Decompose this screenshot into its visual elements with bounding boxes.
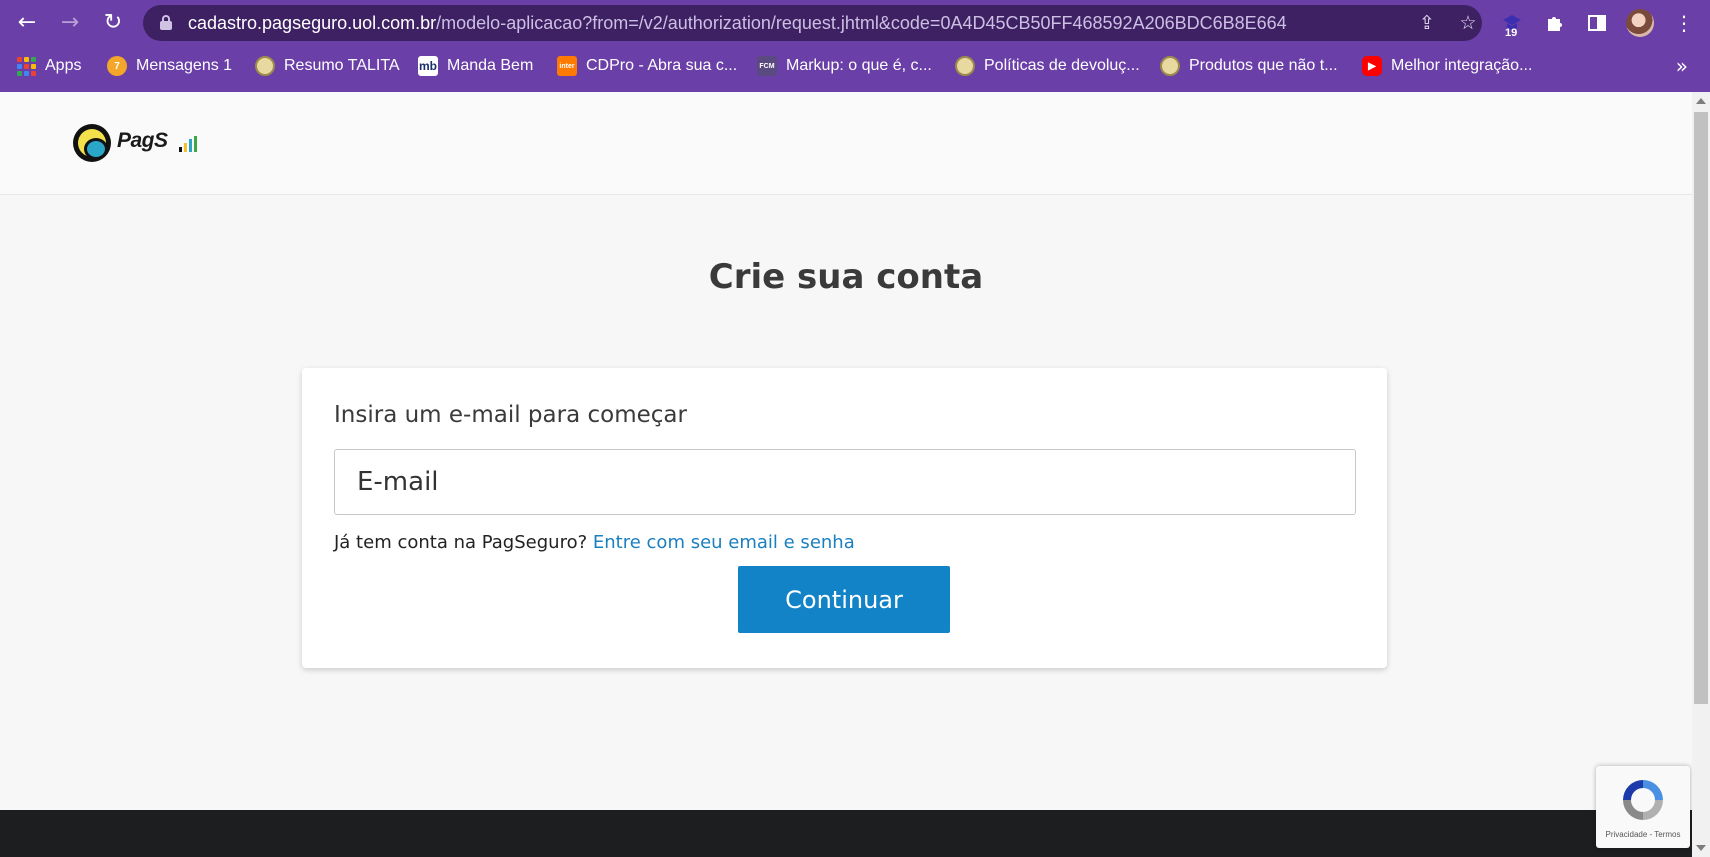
apps-grid-icon [17,56,36,76]
scroll-up-arrow-icon[interactable] [1696,98,1706,104]
disk-icon [255,56,275,76]
bookmark-resumo-talita[interactable]: Resumo TALITA [255,46,400,86]
scroll-thumb[interactable] [1694,112,1708,704]
email-label: Insira um e-mail para começar [334,402,687,428]
star-icon[interactable]: ☆ [1456,11,1480,35]
bookmark-apps[interactable]: Apps [17,46,81,86]
message-icon: 7 [107,56,127,76]
login-link[interactable]: Entre com seu email e senha [593,532,855,553]
disk-icon [1160,56,1180,76]
profile-avatar[interactable] [1626,9,1654,37]
bookmark-markup[interactable]: FCM Markup: o que é, c... [757,46,932,86]
more-bookmarks-chevron-icon[interactable]: » [1676,46,1688,86]
recaptcha-badge[interactable]: Privacidade - Termos [1596,766,1690,848]
signup-card: Insira um e-mail para começar Já tem con… [302,368,1387,668]
lock-icon[interactable] [160,15,172,30]
vertical-scrollbar[interactable] [1692,92,1710,857]
address-bar[interactable]: cadastro.pagseguro.uol.com.br/modelo-apl… [143,5,1482,41]
forward-arrow-icon[interactable]: → [56,9,84,37]
mb-icon: mb [418,56,438,76]
back-arrow-icon[interactable]: ← [13,9,41,37]
page: PagS Crie sua conta Insira um e-mail par… [0,92,1692,857]
bookmark-melhor-integracao[interactable]: ▶ Melhor integração... [1362,46,1532,86]
page-title: Crie sua conta [708,257,984,297]
login-prompt: Já tem conta na PagSeguro? Entre com seu… [334,532,855,553]
scroll-down-arrow-icon[interactable] [1696,845,1706,851]
youtube-icon: ▶ [1362,56,1382,76]
disk-icon [955,56,975,76]
bookmark-produtos[interactable]: Produtos que não t... [1160,46,1338,86]
menu-kebab-icon[interactable]: ⋮ [1670,9,1698,37]
bookmarks-bar: Apps 7 Mensagens 1 Resumo TALITA mb Mand… [0,46,1710,86]
inter-icon: inter [557,56,577,76]
site-footer [0,810,1692,857]
site-header: PagS [0,92,1692,195]
recaptcha-links[interactable]: Privacidade - Termos [1596,830,1690,839]
email-field[interactable] [334,449,1356,515]
recaptcha-icon [1623,780,1663,820]
url-text[interactable]: cadastro.pagseguro.uol.com.br/modelo-apl… [188,5,1287,41]
browser-toolbar: ← → ↻ cadastro.pagseguro.uol.com.br/mode… [0,0,1710,46]
browser-chrome: ← → ↻ cadastro.pagseguro.uol.com.br/mode… [0,0,1710,92]
pagseguro-logo[interactable]: PagS [73,122,203,164]
puzzle-icon[interactable] [1541,9,1569,37]
side-panel-icon[interactable] [1583,9,1611,37]
continue-button[interactable]: Continuar [738,566,950,633]
extension-badge: 19 [1505,27,1518,39]
share-icon[interactable]: ⇪ [1415,11,1439,35]
bookmark-mensagens[interactable]: 7 Mensagens 1 [107,46,232,86]
bookmark-cdpro[interactable]: inter CDPro - Abra sua c... [557,46,737,86]
bookmark-politicas[interactable]: Políticas de devoluç... [955,46,1140,86]
reload-icon[interactable]: ↻ [99,9,127,37]
login-question: Já tem conta na PagSeguro? [334,532,588,553]
bookmark-manda-bem[interactable]: mb Manda Bem [418,46,533,86]
markup-icon: FCM [757,56,777,76]
pagseguro-logo-icon [73,124,111,162]
